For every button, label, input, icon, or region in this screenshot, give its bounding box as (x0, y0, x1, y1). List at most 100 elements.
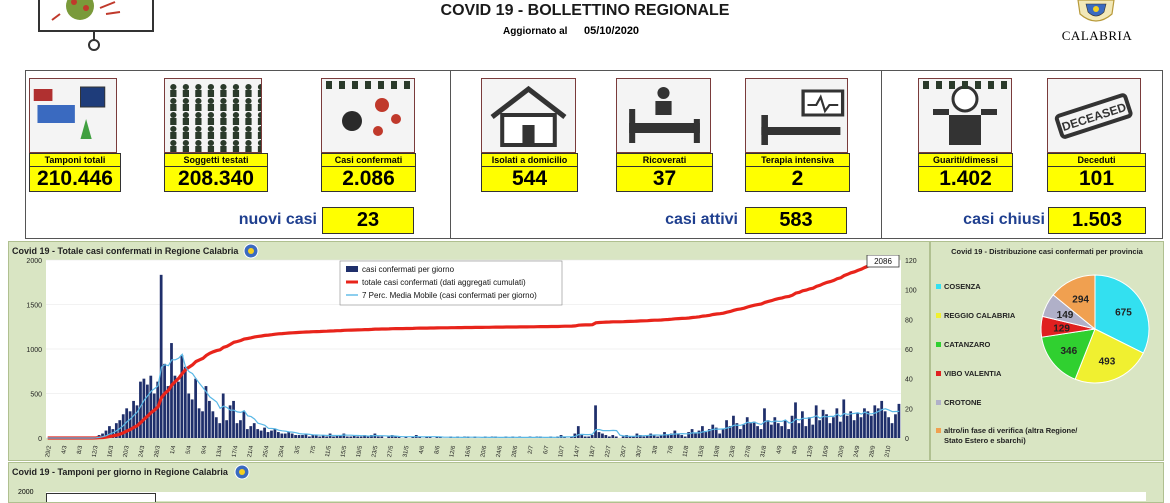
pie-label: 149 (1057, 310, 1074, 321)
x-axis-tick: 27/8 (745, 445, 753, 458)
daily-bar (832, 417, 835, 438)
province-label: VIBO VALENTIA (944, 369, 1002, 378)
daily-bar (387, 436, 391, 438)
kpi-tile-0 (29, 78, 117, 153)
daily-bar (276, 432, 280, 438)
daily-bar (607, 436, 611, 438)
daily-bar (890, 423, 894, 438)
deceased-stamp-icon: DECEASED (1054, 93, 1133, 139)
daily-bar (845, 415, 849, 438)
new-cases-label: nuovi casi (238, 211, 317, 228)
daily-bar (345, 436, 349, 438)
legend-label: totale casi confermati (dati aggregati c… (362, 278, 526, 287)
hospital-bed-icon (629, 87, 700, 143)
daily-bar (621, 436, 625, 438)
kpi-tile-2 (321, 78, 415, 153)
province-swatch (936, 342, 941, 347)
region-crest-icon (1077, 0, 1115, 22)
daily-bar (752, 421, 756, 438)
daily-bar (308, 436, 311, 438)
daily-bar (218, 423, 222, 438)
kpi-tile-7: DECEASED (1047, 78, 1141, 153)
daily-bar (738, 429, 742, 438)
daily-bar (180, 354, 184, 438)
logo-knob-icon (88, 39, 100, 51)
right-axis-tick: 0 (905, 436, 909, 443)
daily-bar (866, 411, 870, 438)
daily-bar (859, 417, 863, 438)
daily-bar (769, 424, 773, 438)
daily-bar (376, 436, 380, 438)
end-annotation: 2086 (866, 255, 900, 268)
x-axis-tick: 8/9 (792, 445, 799, 455)
daily-bar (883, 411, 887, 438)
x-axis-tick: 24/9 (853, 445, 861, 458)
x-axis-tick: 16/6 (465, 445, 473, 458)
daily-bar (266, 432, 270, 438)
daily-bar (208, 400, 211, 438)
daily-bar (287, 432, 291, 438)
daily-bar (683, 436, 687, 438)
daily-bar (790, 415, 794, 438)
left-axis-tick: 1000 (26, 347, 42, 354)
x-axis-tick: 20/3 (123, 445, 131, 458)
daily-bar (828, 423, 832, 438)
daily-bar (290, 433, 294, 438)
daily-bar (349, 436, 353, 438)
daily-bar (152, 393, 156, 438)
legend-label: 7 Perc. Media Mobile (casi confermati pe… (362, 291, 537, 300)
end-annotation-label: 2086 (874, 257, 892, 266)
x-axis-tick: 10/7 (558, 445, 566, 458)
province-swatch (936, 371, 941, 376)
x-axis-tick: 26/7 (620, 445, 628, 458)
kpi-value: 37 (616, 166, 713, 192)
x-axis-tick: 25/4 (263, 445, 271, 458)
province-pie-chart: 675 493 346 129 149 294 (1040, 274, 1150, 384)
province-chart-title: Covid 19 - Distribuzione casi confermati… (951, 247, 1143, 256)
daily-bar (190, 399, 194, 438)
province-label: CROTONE (944, 398, 982, 407)
daily-bar (835, 408, 839, 438)
x-axis-tick: 29/4 (278, 445, 286, 458)
daily-bar (318, 436, 322, 438)
daily-bar (325, 436, 329, 438)
daily-bar (597, 432, 601, 438)
daily-bar (214, 417, 218, 438)
daily-bar (239, 420, 242, 438)
daily-bar (804, 426, 808, 438)
province-swatch (936, 428, 941, 433)
x-axis-tick: 11/5 (325, 445, 333, 458)
kpi-label: Casi confermati (321, 153, 416, 166)
daily-bar (273, 429, 277, 438)
right-axis-tick: 100 (905, 288, 917, 295)
kpi-value: 101 (1047, 166, 1146, 192)
x-axis-tick: 16/9 (822, 445, 830, 458)
daily-bar (897, 403, 901, 438)
tests-chart-ytick: 2000 (18, 489, 34, 496)
daily-bar (132, 400, 135, 438)
right-axis-tick: 120 (905, 258, 917, 265)
daily-bar (818, 420, 822, 438)
x-axis-tick: 21/4 (247, 445, 255, 458)
x-axis-tick: 28/3 (154, 445, 162, 458)
x-axis-tick: 4/6 (419, 445, 426, 455)
daily-bar (366, 436, 370, 438)
recovered-person-icon (923, 81, 1007, 145)
house-icon (490, 85, 567, 147)
daily-bar (256, 429, 260, 438)
daily-bar (873, 405, 877, 438)
x-axis-tick: 3/5 (294, 445, 301, 455)
x-axis-tick: 1/4 (170, 445, 177, 455)
daily-bar (594, 405, 597, 438)
province-label: COSENZA (944, 282, 981, 291)
daily-bar (711, 424, 715, 438)
closed-cases-value: 1.503 (1048, 207, 1146, 234)
x-axis-tick: 19/5 (356, 445, 364, 458)
kpi-label: Terapia intensiva (745, 153, 850, 166)
daily-bar (245, 429, 249, 438)
daily-bar (142, 378, 146, 438)
x-axis-tick: 12/9 (807, 445, 815, 458)
x-axis-tick: 29/2 (45, 445, 53, 458)
kpi-value: 1.402 (918, 166, 1013, 192)
province-swatch (936, 284, 941, 289)
